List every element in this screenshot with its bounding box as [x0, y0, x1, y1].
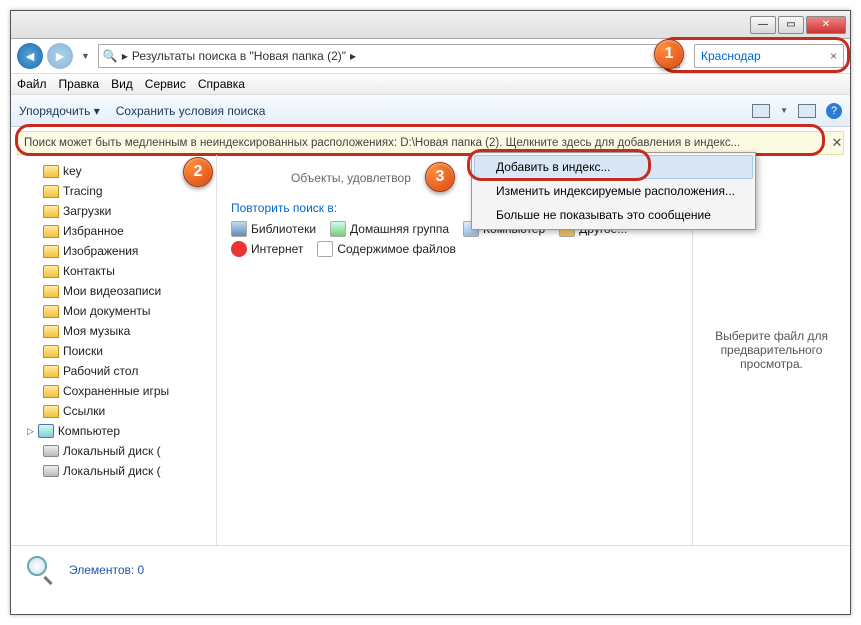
- annotation-badge-3: 3: [425, 162, 455, 192]
- warning-close-icon[interactable]: ✕: [828, 134, 846, 152]
- tree-item[interactable]: Рабочий стол: [25, 361, 216, 381]
- tree-computer[interactable]: ▷Компьютер: [25, 421, 216, 441]
- explorer-window: — ▭ ✕ ◄ ► ▼ 🔍 ▸ Результаты поиска в "Нов…: [10, 10, 851, 615]
- view-options-icon[interactable]: [752, 104, 770, 118]
- tree-item[interactable]: Моя музыка: [25, 321, 216, 341]
- tree-item[interactable]: Мои документы: [25, 301, 216, 321]
- folder-icon: [43, 345, 59, 358]
- ctx-change-locations[interactable]: Изменить индексируемые расположения...: [474, 179, 753, 203]
- preview-pane-icon[interactable]: [798, 104, 816, 118]
- folder-icon: [43, 185, 59, 198]
- disk-icon: [43, 465, 59, 477]
- organize-button[interactable]: Упорядочить ▾: [19, 104, 100, 118]
- computer-icon: [38, 424, 54, 438]
- status-bar: Элементов: 0: [11, 545, 850, 593]
- annotation-outline-3: [467, 149, 651, 181]
- menu-bar: Файл Правка Вид Сервис Справка: [11, 73, 850, 95]
- search-folder-icon: 🔍: [103, 49, 118, 63]
- disk-icon: [43, 445, 59, 457]
- folder-icon: [43, 365, 59, 378]
- folder-icon: [43, 165, 59, 178]
- view-dropdown-icon[interactable]: ▼: [780, 106, 788, 115]
- tree-disk[interactable]: Локальный диск (: [25, 461, 216, 481]
- search-internet[interactable]: Интернет: [231, 241, 303, 257]
- address-text: Результаты поиска в "Новая папка (2)": [132, 49, 346, 63]
- titlebar: — ▭ ✕: [11, 11, 850, 39]
- minimize-button[interactable]: —: [750, 16, 776, 34]
- tree-item[interactable]: Сохраненные игры: [25, 381, 216, 401]
- preview-placeholder: Выберите файл для предварительного просм…: [703, 329, 840, 371]
- tree-item[interactable]: key: [25, 161, 216, 181]
- file-contents-icon: [317, 241, 333, 257]
- tree-item[interactable]: Избранное: [25, 221, 216, 241]
- help-icon[interactable]: ?: [826, 103, 842, 119]
- menu-view[interactable]: Вид: [111, 77, 133, 91]
- search-contents[interactable]: Содержимое файлов: [317, 241, 456, 257]
- tree-item[interactable]: Изображения: [25, 241, 216, 261]
- folder-icon: [43, 285, 59, 298]
- folder-icon: [43, 205, 59, 218]
- folder-icon: [43, 325, 59, 338]
- folder-icon: [43, 245, 59, 258]
- menu-tools[interactable]: Сервис: [145, 77, 186, 91]
- menu-file[interactable]: Файл: [17, 77, 47, 91]
- search-libraries[interactable]: Библиотеки: [231, 221, 316, 237]
- tree-disk[interactable]: Локальный диск (: [25, 441, 216, 461]
- folder-icon: [43, 385, 59, 398]
- libraries-icon: [231, 221, 247, 237]
- tree-item[interactable]: Поиски: [25, 341, 216, 361]
- menu-help[interactable]: Справка: [198, 77, 245, 91]
- folder-icon: [43, 305, 59, 318]
- annotation-badge-1: 1: [654, 39, 684, 69]
- item-count: Элементов: 0: [69, 563, 144, 577]
- homegroup-icon: [330, 221, 346, 237]
- folder-icon: [43, 405, 59, 418]
- magnifier-icon: [23, 554, 55, 586]
- maximize-button[interactable]: ▭: [778, 16, 804, 34]
- menu-edit[interactable]: Правка: [59, 77, 100, 91]
- folder-icon: [43, 225, 59, 238]
- address-bar[interactable]: 🔍 ▸ Результаты поиска в "Новая папка (2)…: [98, 44, 680, 68]
- ctx-dont-show[interactable]: Больше не показывать это сообщение: [474, 203, 753, 227]
- tree-item[interactable]: Tracing: [25, 181, 216, 201]
- internet-icon: [231, 241, 247, 257]
- history-dropdown[interactable]: ▼: [81, 51, 90, 61]
- tree-item[interactable]: Контакты: [25, 261, 216, 281]
- command-bar: Упорядочить ▾ Сохранить условия поиска ▼…: [11, 95, 850, 127]
- tree-item[interactable]: Мои видеозаписи: [25, 281, 216, 301]
- tree-item[interactable]: Загрузки: [25, 201, 216, 221]
- search-homegroup[interactable]: Домашняя группа: [330, 221, 449, 237]
- folder-icon: [43, 265, 59, 278]
- navigation-tree: key Tracing Загрузки Избранное Изображен…: [11, 155, 217, 545]
- back-button[interactable]: ◄: [17, 43, 43, 69]
- forward-button[interactable]: ►: [47, 43, 73, 69]
- close-button[interactable]: ✕: [806, 16, 846, 34]
- save-search-button[interactable]: Сохранить условия поиска: [116, 104, 266, 118]
- annotation-outline-1: [660, 37, 850, 73]
- tree-item[interactable]: Ссылки: [25, 401, 216, 421]
